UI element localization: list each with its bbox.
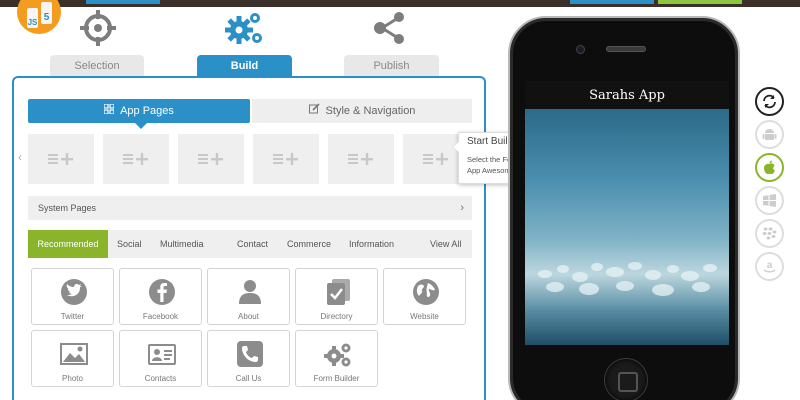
facebook-icon [149,279,175,305]
directory-icon [327,279,350,305]
add-page-icon [348,153,373,165]
add-page-icon [273,153,298,165]
grid-icon [103,99,115,123]
platform-windows[interactable] [755,186,784,215]
feature-facebook[interactable]: Facebook [119,268,202,325]
add-page-icon [123,153,148,165]
page-slot[interactable] [28,134,94,184]
svg-text:a: a [767,260,773,271]
feature-label: Contacts [144,374,177,383]
subtab-app-pages[interactable]: App Pages [28,99,250,129]
category-bar: Recommended Social Multimedia Contact Co… [28,230,472,258]
category-information[interactable]: Information [349,230,394,258]
person-icon [239,280,261,304]
page-slot[interactable] [178,134,244,184]
app-title: Sarahs App [525,81,729,109]
share-icon [374,12,404,44]
phone-preview: Sarahs App [508,16,740,400]
view-all-link[interactable]: View All [430,230,461,258]
target-icon [80,10,116,46]
tab-publish[interactable]: Publish [344,55,439,77]
feature-photo[interactable]: Photo [31,330,114,387]
page-slot[interactable] [103,134,169,184]
subtab-label: App Pages [120,105,174,117]
sync-button[interactable] [755,87,784,116]
phone-speaker [606,46,646,52]
feature-website[interactable]: Website [383,268,466,325]
top-nav-button[interactable] [86,0,160,4]
amazon-icon: a [763,260,776,273]
top-bar [0,0,800,7]
edit-icon [308,99,320,123]
platform-android[interactable] [755,120,784,149]
phone-screen: Sarahs App [525,81,729,345]
tab-selection[interactable]: Selection [50,55,144,77]
feature-label: Facebook [142,312,179,321]
phone-camera [576,45,585,54]
feature-contacts[interactable]: Contacts [119,330,202,387]
android-icon [762,129,777,140]
feature-label: Directory [320,312,353,321]
top-nav-button[interactable] [570,0,654,4]
feature-label: Call Us [235,374,262,383]
subtab-style-navigation[interactable]: Style & Navigation [252,99,472,123]
wallpaper-image [538,262,717,296]
add-page-icon [423,153,448,165]
subtab-label: Style & Navigation [325,105,416,117]
tab-build[interactable]: Build [197,55,292,77]
category-social[interactable]: Social [117,230,142,258]
feature-label: Website [410,312,439,321]
feature-label: Photo [62,374,83,383]
feature-call-us[interactable]: Call Us [207,330,290,387]
step-publish[interactable] [340,8,440,48]
photo-icon [60,343,88,365]
feature-form-builder[interactable]: Form Builder [295,330,378,387]
feature-directory[interactable]: Directory [295,268,378,325]
contact-card-icon [148,344,176,365]
step-build[interactable] [194,8,294,48]
windows-icon [763,194,776,207]
phone-icon [237,341,263,367]
globe-icon [413,279,439,305]
blackberry-icon [762,227,777,240]
system-pages-row[interactable]: System Pages › [28,196,472,220]
feature-label: Form Builder [313,374,360,383]
step-selection[interactable] [48,8,148,48]
top-nav-button[interactable] [658,0,742,4]
feature-label: Twitter [60,312,85,321]
gears-icon [225,13,262,44]
platform-apple[interactable] [755,153,784,182]
system-pages-label: System Pages [38,203,97,213]
chevron-right-icon: › [460,202,464,214]
add-page-icon [48,153,73,165]
sync-icon [763,94,776,109]
platform-blackberry[interactable] [755,219,784,248]
category-recommended[interactable]: Recommended [28,230,108,258]
svg-text:JS: JS [28,18,38,27]
phone-home-button[interactable] [604,358,648,400]
twitter-icon [61,279,87,305]
feature-about[interactable]: About [207,268,290,325]
feature-label: About [238,312,259,321]
build-panel: App Pages Style & Navigation ‹ System Pa… [12,76,486,400]
category-contact[interactable]: Contact [237,230,268,258]
category-commerce[interactable]: Commerce [287,230,331,258]
page-slot[interactable] [328,134,394,184]
chevron-left-icon[interactable]: ‹ [18,150,22,164]
gears-icon [324,343,351,367]
platform-amazon[interactable]: a [755,252,784,281]
add-page-icon [198,153,223,165]
feature-twitter[interactable]: Twitter [31,268,114,325]
page-slot[interactable] [253,134,319,184]
category-multimedia[interactable]: Multimedia [160,230,204,258]
apple-icon [764,160,775,175]
app-wallpaper [525,109,729,345]
